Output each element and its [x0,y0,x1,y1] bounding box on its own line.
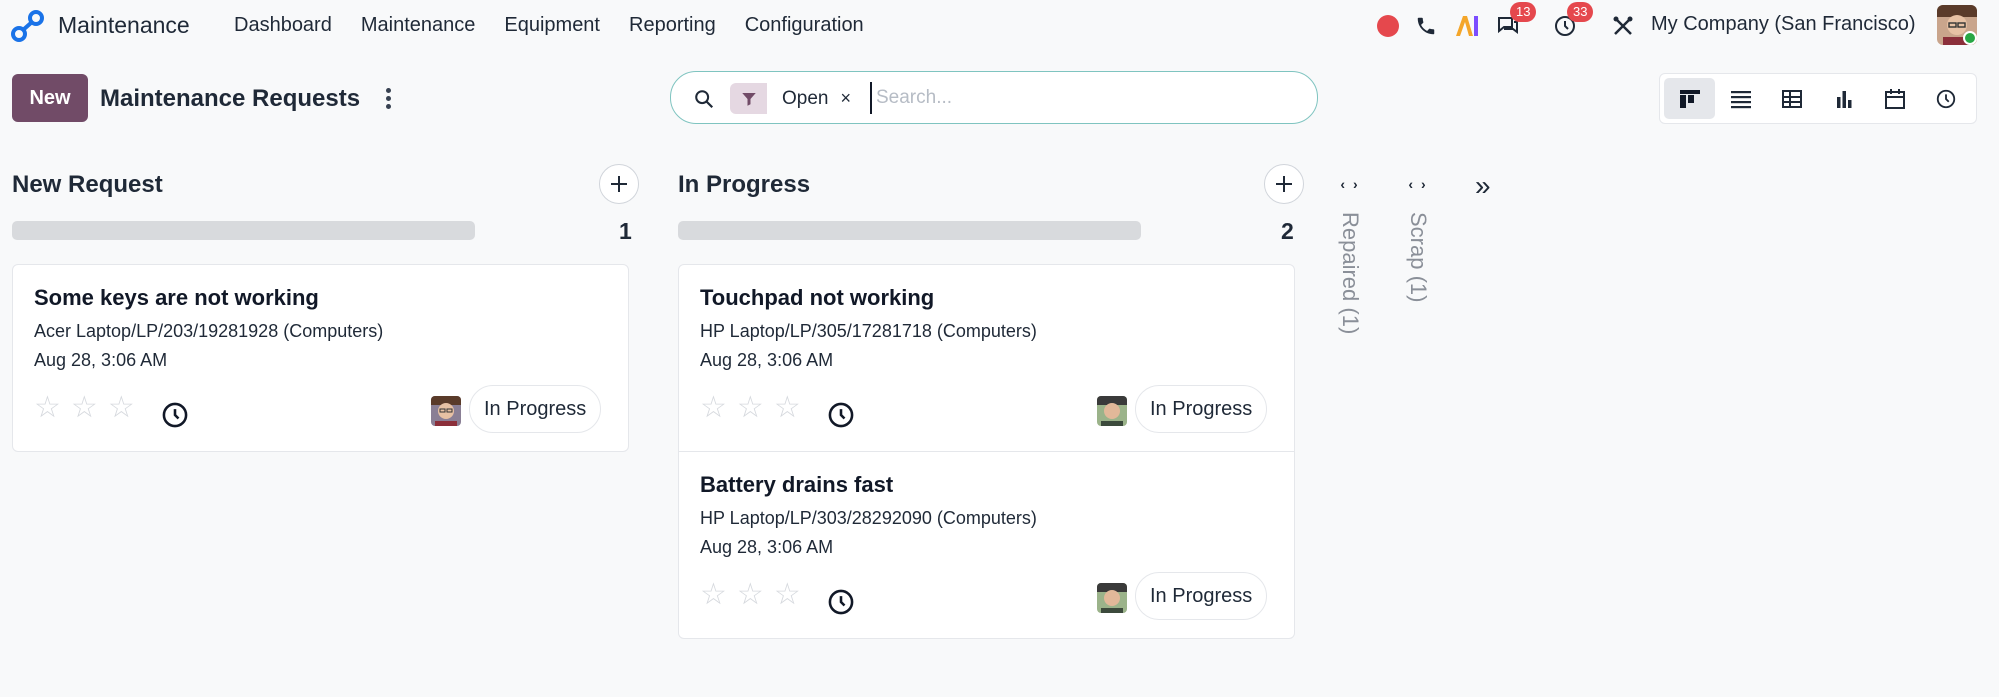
status-badge[interactable]: In Progress [469,385,602,433]
activity-clock-icon[interactable] [161,401,189,429]
card-date: Aug 28, 3:06 AM [700,350,834,370]
card-title: Battery drains fast [700,472,894,497]
star-icon[interactable]: ☆ [108,393,135,423]
top-navbar: Maintenance Dashboard Maintenance Equipm… [0,0,1999,52]
star-icon[interactable]: ☆ [34,393,61,423]
search-icon[interactable] [693,88,715,110]
messages-button[interactable]: 13 [1494,2,1537,44]
bar-chart-icon [1836,90,1852,108]
folded-column-label: Scrap (1) [1406,212,1431,303]
card-equipment: HP Laptop/LP/305/17281718 (Computers) [700,321,1037,341]
new-button[interactable]: New [12,74,88,122]
menu-dashboard[interactable]: Dashboard [234,14,332,37]
activity-clock-icon[interactable] [827,588,855,616]
column-title-new-request[interactable]: New Request [12,171,163,199]
view-switcher [1659,73,1977,124]
star-icon[interactable]: ☆ [737,393,764,423]
star-icon[interactable]: ☆ [71,393,98,423]
priority-stars: ☆ ☆ ☆ [34,393,135,423]
activity-clock-icon [1937,89,1956,108]
status-badge[interactable]: In Progress [1135,385,1268,433]
company-switcher[interactable]: My Company (San Francisco) [1651,13,1916,36]
assignee-avatar[interactable] [1097,583,1127,613]
online-status-dot [1963,31,1977,45]
add-to-new-request-button[interactable] [599,164,639,204]
activity-view-button[interactable] [1921,78,1972,119]
card-equipment: HP Laptop/LP/303/28292090 (Computers) [700,508,1037,528]
kanban-card[interactable]: Touchpad not working HP Laptop/LP/305/17… [678,264,1295,452]
search-input[interactable] [870,82,1290,114]
kanban-view-button[interactable] [1664,78,1716,119]
card-title: Some keys are not working [34,285,319,310]
card-date: Aug 28, 3:06 AM [34,350,168,370]
star-icon[interactable]: ☆ [700,393,727,423]
plus-icon [1276,176,1292,192]
app-logo-icon[interactable] [10,8,46,44]
record-icon [1377,15,1399,37]
actions-menu-icon[interactable] [380,84,396,112]
status-badge[interactable]: In Progress [1135,572,1268,620]
card-title: Touchpad not working [700,285,935,310]
star-icon[interactable]: ☆ [774,393,801,423]
calendar-view-button[interactable] [1869,78,1920,119]
search-bar: Open × [670,71,1318,124]
filter-icon [730,83,767,114]
assignee-avatar[interactable] [1097,396,1127,426]
menu-maintenance[interactable]: Maintenance [361,14,476,37]
star-icon[interactable]: ☆ [737,580,764,610]
kanban-card[interactable]: Battery drains fast HP Laptop/LP/303/282… [678,451,1295,639]
star-icon[interactable]: ☆ [774,580,801,610]
folded-column-repaired[interactable]: ‹ › Repaired (1) [1337,176,1363,334]
menu-reporting[interactable]: Reporting [629,14,716,37]
priority-stars: ☆ ☆ ☆ [700,393,801,423]
tools-icon [1613,16,1633,35]
star-icon[interactable]: ☆ [700,580,727,610]
add-to-in-progress-button[interactable] [1264,164,1304,204]
list-view-button[interactable] [1715,78,1766,119]
messages-badge: 13 [1510,2,1537,22]
facet-label: Open [782,87,829,109]
ai-button[interactable] [1453,8,1481,44]
folded-column-label: Repaired (1) [1338,212,1363,335]
kanban-icon [1679,89,1700,108]
assignee-avatar[interactable] [431,396,461,426]
column-count: 2 [1281,218,1294,244]
record-button[interactable] [1376,8,1400,44]
search-facet-open: Open × [730,83,851,114]
column-title-in-progress[interactable]: In Progress [678,171,810,199]
activities-badge: 33 [1567,2,1594,22]
fold-arrows-icon: ‹ › [1408,176,1428,192]
ai-icon [1456,16,1478,36]
calendar-icon [1884,88,1905,109]
app-name[interactable]: Maintenance [58,12,190,39]
priority-stars: ☆ ☆ ☆ [700,580,801,610]
activities-button[interactable]: 33 [1551,2,1594,44]
pivot-table-icon [1782,89,1803,108]
folded-column-scrap[interactable]: ‹ › Scrap (1) [1405,176,1431,302]
page-title: Maintenance Requests [100,85,361,112]
menu-equipment[interactable]: Equipment [504,14,600,37]
debug-tools-button[interactable] [1609,8,1637,44]
activity-clock-icon[interactable] [827,401,855,429]
column-progress-bar[interactable] [12,221,475,240]
phone-icon [1417,17,1435,35]
fold-arrows-icon: ‹ › [1340,176,1360,192]
column-count: 1 [619,218,632,244]
pivot-view-button[interactable] [1767,78,1818,119]
list-icon [1730,90,1751,108]
expand-columns-icon[interactable]: » [1475,170,1491,202]
card-equipment: Acer Laptop/LP/203/19281928 (Computers) [34,321,384,341]
menu-configuration[interactable]: Configuration [745,14,864,37]
phone-button[interactable] [1413,8,1439,44]
card-date: Aug 28, 3:06 AM [700,537,834,557]
column-progress-bar[interactable] [678,221,1141,240]
main-menu: Dashboard Maintenance Equipment Reportin… [234,14,893,37]
graph-view-button[interactable] [1818,78,1869,119]
kanban-card[interactable]: Some keys are not working Acer Laptop/LP… [12,264,629,452]
facet-remove-icon[interactable]: × [840,88,851,109]
plus-icon [611,176,627,192]
